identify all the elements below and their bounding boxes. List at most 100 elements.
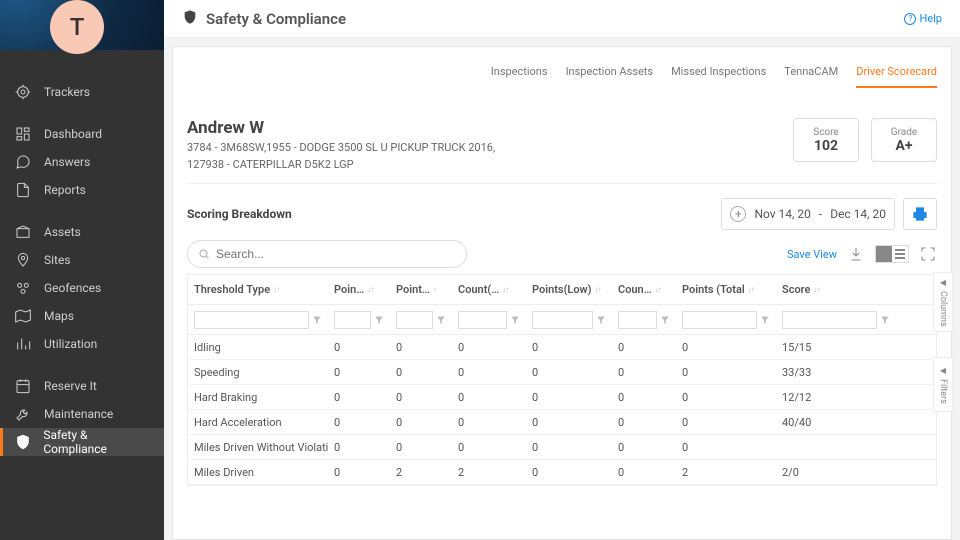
grade-label: Grade xyxy=(891,127,917,138)
search-box[interactable] xyxy=(187,240,467,268)
filter-input[interactable] xyxy=(618,311,657,329)
sidebar-item-label: Safety & Compliance xyxy=(43,428,150,456)
filter-icon[interactable] xyxy=(374,315,384,325)
sort-icon: ↓↑ xyxy=(655,286,661,294)
columns-panel-tab[interactable]: ◀Columns xyxy=(933,272,953,332)
col-count1[interactable]: Count(…↓↑ xyxy=(452,283,526,296)
table-row[interactable]: Miles Driven Without Violation000000 xyxy=(188,435,936,460)
sidebar-item-trackers[interactable]: Trackers xyxy=(0,78,164,106)
toolbar-right: Save View xyxy=(787,245,937,263)
table-cell: 0 xyxy=(328,341,390,354)
table-row[interactable]: Idling00000015/15 xyxy=(188,335,936,360)
filter-icon[interactable] xyxy=(760,315,770,325)
driver-name: Andrew W xyxy=(187,118,781,138)
sidebar-item-maps[interactable]: Maps xyxy=(0,302,164,330)
driver-assets: 3784 - 3M68SW,1955 - DODGE 3500 SL U PIC… xyxy=(187,140,781,173)
breakdown-header: Scoring Breakdown + Nov 14, 20 - Dec 14,… xyxy=(187,198,937,230)
save-view-link[interactable]: Save View xyxy=(787,248,837,261)
col-points-total[interactable]: Points (Total↓↑ xyxy=(676,283,776,296)
tab-tennacam[interactable]: TennaCAM xyxy=(784,59,838,88)
sidebar-header: T xyxy=(0,0,164,50)
sidebar-item-label: Reserve It xyxy=(44,379,97,393)
grid-view-icon[interactable] xyxy=(876,246,892,262)
avatar[interactable]: T xyxy=(50,0,104,54)
filter-icon[interactable] xyxy=(596,315,606,325)
filter-input[interactable] xyxy=(334,311,371,329)
table-cell: 0 xyxy=(526,366,612,379)
col-threshold-type[interactable]: Threshold Type↓↑ xyxy=(188,283,328,296)
plus-icon[interactable]: + xyxy=(730,206,746,222)
col-points2[interactable]: Point…↑ xyxy=(390,283,452,296)
driver-row: Andrew W 3784 - 3M68SW,1955 - DODGE 3500… xyxy=(187,118,937,184)
tab-inspections[interactable]: Inspections xyxy=(491,59,548,88)
view-toggle[interactable] xyxy=(875,245,909,263)
table-filter-row xyxy=(188,305,936,335)
score-card: Score 102 xyxy=(793,118,859,162)
col-count2[interactable]: Coun…↓↑ xyxy=(612,283,676,296)
date-range[interactable]: + Nov 14, 20 - Dec 14, 20 xyxy=(721,198,895,230)
sidebar-item-maintenance[interactable]: Maintenance xyxy=(0,400,164,428)
table-cell: Hard Braking xyxy=(188,391,328,404)
sidebar: T Trackers Dashboard Answers Reports xyxy=(0,0,164,540)
box-icon xyxy=(14,223,32,241)
tabs: Inspections Inspection Assets Missed Ins… xyxy=(187,59,937,88)
grade-card: Grade A+ xyxy=(871,118,937,162)
tab-driver-scorecard[interactable]: Driver Scorecard xyxy=(856,59,937,88)
sidebar-item-safety-compliance[interactable]: Safety & Compliance xyxy=(0,428,164,456)
dashboard-icon xyxy=(14,125,32,143)
date-sep: - xyxy=(819,207,822,221)
table-cell: 15/15 xyxy=(776,341,896,354)
filter-input[interactable] xyxy=(532,311,593,329)
print-button[interactable] xyxy=(903,198,937,230)
table-cell: 0 xyxy=(328,416,390,429)
filter-icon[interactable] xyxy=(312,315,322,325)
sidebar-item-sites[interactable]: Sites xyxy=(0,246,164,274)
filter-input[interactable] xyxy=(396,311,433,329)
table-cell: Miles Driven xyxy=(188,466,328,479)
shield-icon xyxy=(182,9,198,28)
sidebar-nav: Trackers Dashboard Answers Reports Asset… xyxy=(0,50,164,456)
list-view-icon[interactable] xyxy=(892,246,908,262)
tab-inspection-assets[interactable]: Inspection Assets xyxy=(566,59,654,88)
table-cell: 12/12 xyxy=(776,391,896,404)
table-cell: 0 xyxy=(328,391,390,404)
table-row[interactable]: Hard Acceleration00000040/40 xyxy=(188,410,936,435)
sidebar-item-reserve-it[interactable]: Reserve It xyxy=(0,372,164,400)
grade-value: A+ xyxy=(895,138,912,154)
table-cell: Miles Driven Without Violation xyxy=(188,441,328,454)
sidebar-item-reports[interactable]: Reports xyxy=(0,176,164,204)
col-points1[interactable]: Poin…↓↑ xyxy=(328,283,390,296)
content-wrap: Inspections Inspection Assets Missed Ins… xyxy=(164,38,960,540)
filter-icon[interactable] xyxy=(436,315,446,325)
table-cell: 0 xyxy=(328,466,390,479)
filter-input[interactable] xyxy=(194,311,309,329)
col-points-low[interactable]: Points(Low)↓↑ xyxy=(526,283,612,296)
col-score[interactable]: Score↓↑ xyxy=(776,283,896,296)
fullscreen-button[interactable] xyxy=(919,245,937,263)
sidebar-item-geofences[interactable]: Geofences xyxy=(0,274,164,302)
help-link[interactable]: ? Help xyxy=(904,12,942,25)
filter-icon[interactable] xyxy=(510,315,520,325)
sidebar-item-assets[interactable]: Assets xyxy=(0,218,164,246)
table-row[interactable]: Miles Driven0220022/0 xyxy=(188,460,936,485)
filter-input[interactable] xyxy=(458,311,507,329)
filter-input[interactable] xyxy=(682,311,757,329)
sidebar-item-label: Dashboard xyxy=(44,127,102,141)
filter-icon[interactable] xyxy=(660,315,670,325)
sidebar-item-dashboard[interactable]: Dashboard xyxy=(0,120,164,148)
filter-icon[interactable] xyxy=(880,315,890,325)
table-row[interactable]: Hard Braking00000012/12 xyxy=(188,385,936,410)
filters-panel-tab[interactable]: ◀Filters xyxy=(933,357,953,412)
tab-missed-inspections[interactable]: Missed Inspections xyxy=(671,59,766,88)
table-row[interactable]: Speeding00000033/33 xyxy=(188,360,936,385)
filter-input[interactable] xyxy=(782,311,877,329)
table-body: Idling00000015/15Speeding00000033/33Hard… xyxy=(188,335,936,485)
score-value: 102 xyxy=(814,138,838,154)
sidebar-item-label: Maintenance xyxy=(44,407,113,421)
sidebar-item-utilization[interactable]: Utilization xyxy=(0,330,164,358)
table-cell: 0 xyxy=(328,441,390,454)
search-input[interactable] xyxy=(216,247,456,261)
table-cell: 0 xyxy=(676,366,776,379)
download-button[interactable] xyxy=(847,245,865,263)
sidebar-item-answers[interactable]: Answers xyxy=(0,148,164,176)
